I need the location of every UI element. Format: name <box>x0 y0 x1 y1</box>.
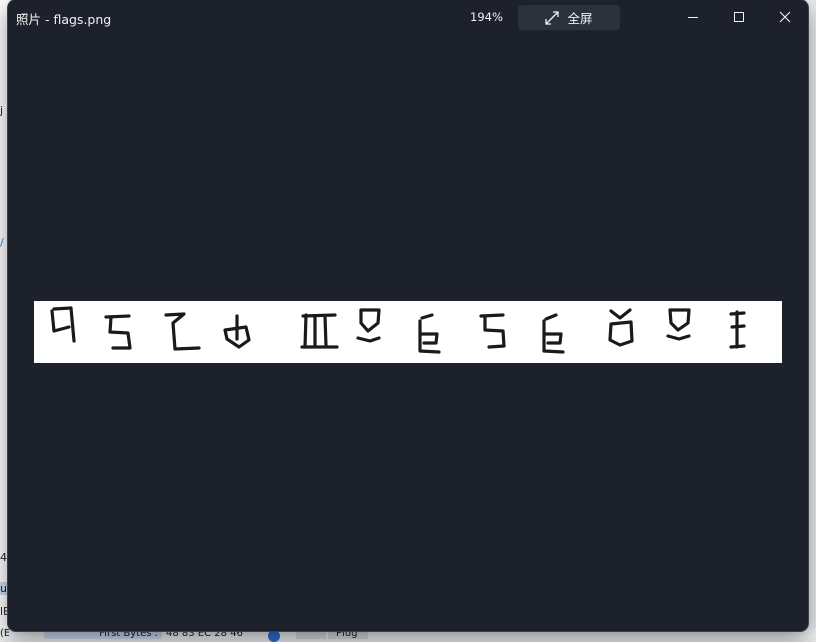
glyph-10 <box>608 308 634 347</box>
glyph-11 <box>666 308 691 341</box>
glyph-strip <box>50 306 746 354</box>
zoom-level[interactable]: 194% <box>470 10 503 24</box>
background-text-fragment: (E0 <box>0 628 9 639</box>
minimize-button[interactable] <box>675 4 711 30</box>
fullscreen-label: 全屏 <box>567 11 593 26</box>
title-bar[interactable]: 照片 - flags.png 194% 全屏 <box>8 0 808 34</box>
glyph-12 <box>729 310 746 349</box>
info-icon <box>268 630 280 642</box>
glyph-3 <box>164 312 201 351</box>
glyph-4 <box>223 314 251 349</box>
background-text-fragment: / <box>0 236 4 249</box>
glyph-5 <box>300 313 339 349</box>
fullscreen-button[interactable]: 全屏 <box>518 5 620 30</box>
glyph-6 <box>356 308 381 343</box>
window-title: 照片 - flags.png <box>16 12 112 27</box>
maximize-icon <box>734 12 744 22</box>
background-text-fragment: j <box>0 104 4 117</box>
glyph-7 <box>418 313 441 354</box>
expand-arrows-icon <box>545 10 560 25</box>
glyph-1 <box>50 306 76 343</box>
photos-window: 照片 - flags.png 194% 全屏 <box>8 0 808 631</box>
glyph-2 <box>104 314 132 350</box>
maximize-button[interactable] <box>721 4 757 30</box>
close-button[interactable] <box>767 4 803 30</box>
glyph-8 <box>479 313 506 349</box>
close-icon <box>779 11 791 23</box>
minimize-icon <box>688 17 698 18</box>
viewed-image[interactable] <box>34 301 782 363</box>
glyph-9 <box>542 313 565 354</box>
